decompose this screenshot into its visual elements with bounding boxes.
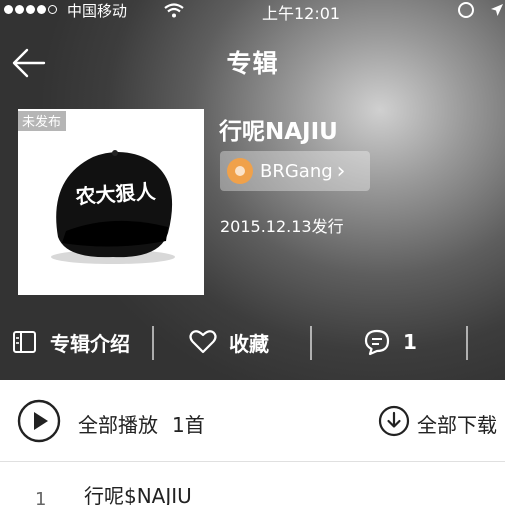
play-all-bar: 全部播放 1首 全部下载 (0, 380, 505, 462)
album-cover[interactable]: 农大狠人 (18, 109, 204, 295)
rotation-lock-icon (458, 2, 474, 18)
divider (310, 326, 312, 360)
collect-label: 收藏 (229, 331, 269, 356)
album-actions: 专辑介绍 收藏 1 (0, 322, 505, 362)
cap-image: 农大狠人 (51, 150, 175, 264)
unreleased-badge: 未发布 (18, 111, 67, 131)
download-all-label[interactable]: 全部下载 (417, 409, 497, 438)
carrier-name: 中国移动 (67, 2, 128, 20)
release-date: 2015.12.13发行 (220, 217, 344, 236)
play-circle-icon[interactable] (17, 399, 61, 443)
list-item[interactable]: 1 行呢$NAJIU (0, 463, 505, 505)
heart-icon (189, 330, 217, 354)
divider (152, 326, 154, 360)
track-number: 1 (35, 489, 47, 505)
album-intro-button[interactable]: 专辑介绍 (12, 322, 130, 362)
comment-icon (364, 329, 390, 356)
wifi-icon (164, 3, 184, 18)
status-bar: 中国移动 上午12:01 (0, 0, 505, 24)
album-intro-label: 专辑介绍 (50, 331, 130, 356)
track-count: 1首 (172, 413, 205, 437)
album-header: 中国移动 上午12:01 专辑 农大狠人 未发布 行呢NAJIU BRGang … (0, 0, 505, 380)
book-icon (13, 331, 36, 353)
divider (466, 326, 468, 360)
page-title: 专辑 (226, 49, 279, 78)
comment-count: 1 (403, 330, 417, 354)
collect-button[interactable]: 收藏 (189, 322, 269, 362)
chevron-right-icon: › (336, 158, 346, 184)
download-icon[interactable] (378, 405, 410, 437)
play-all-label[interactable]: 全部播放 (78, 409, 158, 438)
status-time: 上午12:01 (262, 4, 341, 23)
location-arrow-icon (491, 4, 503, 16)
album-title: 行呢NAJIU (219, 119, 338, 145)
artist-button[interactable]: BRGang › (220, 151, 370, 191)
artist-name: BRGang (260, 160, 333, 182)
disc-icon (227, 158, 253, 184)
comments-button[interactable]: 1 (363, 322, 417, 362)
track-title: 行呢$NAJIU (84, 484, 192, 505)
signal-strength-icon (4, 5, 57, 14)
